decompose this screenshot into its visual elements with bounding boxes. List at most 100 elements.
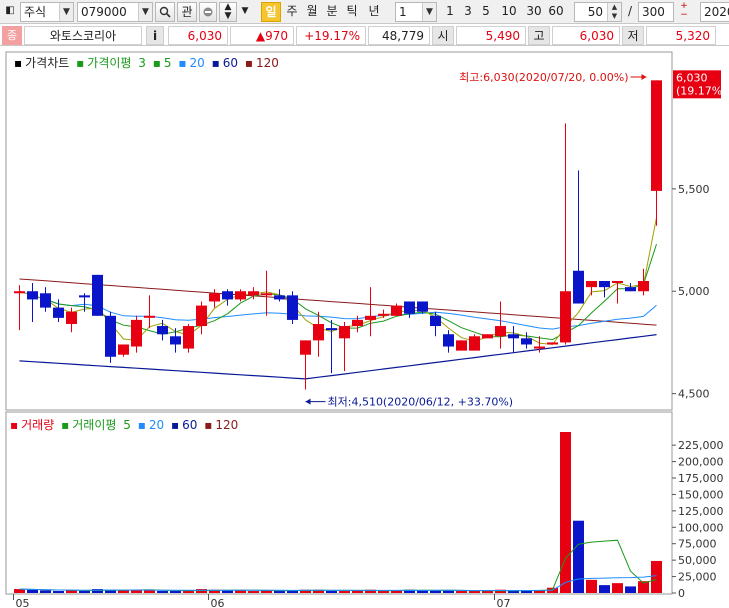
candle-body xyxy=(14,291,25,294)
candle-body xyxy=(287,295,298,320)
candle-body xyxy=(547,342,558,345)
high-label: 고 xyxy=(528,26,550,45)
zoom-icon[interactable]: + − xyxy=(676,2,692,22)
candle-body xyxy=(430,315,441,327)
price-axis-label: 5,000 xyxy=(678,285,710,298)
volume-axis-label: 25,000 xyxy=(678,571,717,584)
candle-body xyxy=(625,287,636,292)
candle-body xyxy=(326,328,337,331)
candle-body xyxy=(196,305,207,327)
market-select[interactable]: 주식 ▼ xyxy=(20,2,74,22)
stock-code-input[interactable]: 079000 ▼ xyxy=(77,2,153,22)
candle-body xyxy=(27,291,38,300)
volume-bar xyxy=(183,591,194,593)
chart-toolbar: ◧ 주식 ▼ 079000 ▼ 관 ▲ ▼ ▼ 일 주 월 분 틱 년 1 ▼ 1… xyxy=(0,0,729,24)
panel-toggle-icon[interactable]: ◧ xyxy=(2,2,18,22)
interval-60-button[interactable]: 60 xyxy=(545,2,567,22)
stock-code-value: 079000 xyxy=(81,5,127,19)
candle-body xyxy=(352,319,363,327)
high-price: 6,030 xyxy=(552,26,620,45)
open-label: 시 xyxy=(432,26,454,45)
chart-canvas[interactable]: 5,500 5,000 4,500 225,000 200,000 175,000 150,… xyxy=(0,48,729,608)
total-count-input[interactable]: 300 xyxy=(638,2,674,22)
volume-bar xyxy=(274,591,285,593)
candle-body xyxy=(209,293,220,302)
volume-bar xyxy=(157,591,168,593)
price-ma-60: 60 xyxy=(222,56,239,70)
search-button[interactable] xyxy=(155,2,175,22)
candle-body xyxy=(521,338,532,345)
period-tick-tab[interactable]: 틱 xyxy=(343,2,361,22)
volume-bar xyxy=(144,590,155,593)
quote-info-bar: 종 와토스코리아 i 6,030 ▲970 +19.17% 48,779 시 5… xyxy=(0,25,729,46)
volume-bar xyxy=(651,560,662,593)
price-ma-5: 5 xyxy=(163,56,172,70)
date-input[interactable]: 2020 xyxy=(700,2,729,22)
volume-bar xyxy=(66,590,77,593)
market-select-value: 주식 xyxy=(24,5,47,19)
stock-chart[interactable]: 5,500 5,000 4,500 225,000 200,000 175,000 150,… xyxy=(0,48,729,608)
stock-info-button[interactable]: i xyxy=(146,26,164,45)
volume-axis-label: 225,000 xyxy=(678,439,724,452)
candle-body xyxy=(365,315,376,320)
interval-1-button[interactable]: 1 xyxy=(443,2,457,22)
volume-bar xyxy=(53,591,64,593)
volume-bar xyxy=(118,590,129,593)
volume-ma-label: 거래이평 xyxy=(72,418,117,432)
volume-axis-label: 50,000 xyxy=(678,554,717,567)
volume-bar xyxy=(508,591,519,593)
interest-button[interactable]: 관 xyxy=(177,2,197,22)
volume-bar xyxy=(248,591,259,593)
volume-axis-label: 200,000 xyxy=(678,456,724,469)
stock-name: 와토스코리아 xyxy=(24,26,142,45)
date-axis-label: 06 xyxy=(211,597,225,608)
candle-body xyxy=(235,291,246,300)
candle-body xyxy=(79,295,90,298)
period-week-tab[interactable]: 주 xyxy=(283,2,301,22)
volume-ma-120: 120 xyxy=(215,418,239,432)
candle-body xyxy=(300,340,311,355)
candle-body xyxy=(92,274,103,316)
price-change: ▲970 xyxy=(230,26,294,45)
volume-bar xyxy=(456,591,467,593)
candle-body xyxy=(417,301,428,312)
chevron-down-icon[interactable]: ▼ xyxy=(239,2,251,22)
price-chart-legend: ▪ 가격차트 ▪ 가격이평 3 ▪ 5 ▪ 20 ▪ 60 ▪ 120 xyxy=(14,56,279,70)
spin-icon: ▲ ▼ xyxy=(607,3,621,21)
candle-body xyxy=(222,291,233,300)
price-ma-120: 120 xyxy=(256,56,279,70)
price-change-pct: +19.17% xyxy=(296,26,366,45)
volume-chart-legend: ▪ 거래량 ▪ 거래이평 5 ▪ 20 ▪ 60 ▪ 120 xyxy=(10,418,239,432)
volume-bar xyxy=(573,520,584,593)
period-day-tab[interactable]: 일 xyxy=(261,2,281,22)
period-minute-tab[interactable]: 분 xyxy=(323,2,341,22)
volume-axis-label: 150,000 xyxy=(678,488,724,501)
candle-body xyxy=(456,340,467,351)
interval-3-button[interactable]: 3 xyxy=(461,2,475,22)
interval-30-button[interactable]: 30 xyxy=(523,2,545,22)
date-axis-label: 07 xyxy=(497,597,511,608)
date-axis-label: 05 xyxy=(16,597,30,608)
price-ma-3: 3 xyxy=(138,56,146,70)
volume-bar xyxy=(222,590,233,593)
low-price-annotation: 최저:4,510(2020/06/12, +33.70%) xyxy=(328,396,514,409)
display-count-input[interactable]: 50 ▲ ▼ xyxy=(574,2,622,22)
price-ma-20: 20 xyxy=(189,56,205,70)
period-year-tab[interactable]: 년 xyxy=(363,2,385,22)
updown-stepper[interactable]: ▲ ▼ xyxy=(219,2,237,22)
search-icon xyxy=(159,6,171,18)
interval-10-button[interactable]: 10 xyxy=(497,2,521,22)
link-button[interactable] xyxy=(199,2,217,22)
candle-body xyxy=(612,281,623,283)
chevron-down-icon: ▼ xyxy=(59,3,73,21)
count-separator: / xyxy=(627,4,633,18)
display-count-value: 50 xyxy=(587,5,603,19)
interval-5-button[interactable]: 5 xyxy=(479,2,493,22)
interval-select[interactable]: 1 ▼ xyxy=(395,2,437,22)
volume-bar xyxy=(612,583,623,593)
candle-body xyxy=(469,336,480,351)
period-month-tab[interactable]: 월 xyxy=(303,2,321,22)
price-chart-title: 가격차트 xyxy=(25,56,70,70)
price-ma-label: 가격이평 xyxy=(87,56,132,70)
candle-body xyxy=(66,311,77,324)
